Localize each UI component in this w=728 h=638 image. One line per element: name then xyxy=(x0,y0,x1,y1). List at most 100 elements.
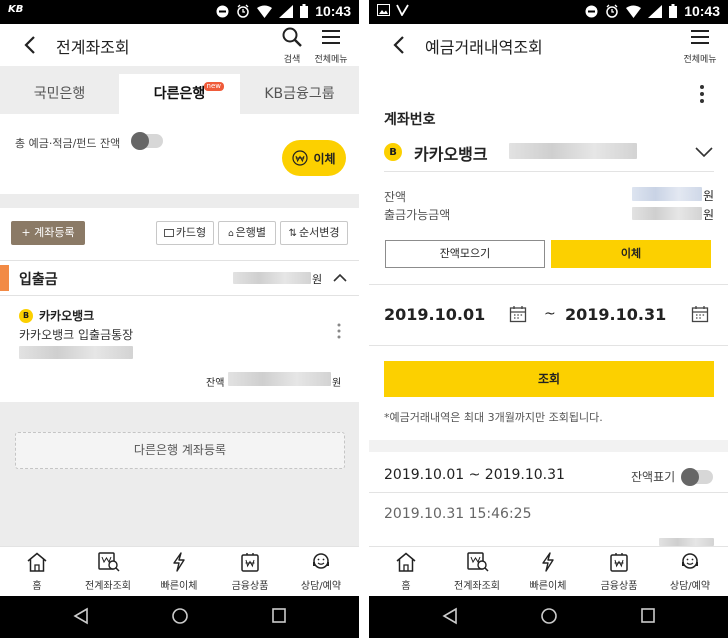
account-balance-label: 잔액 xyxy=(206,378,225,389)
calendar-icon[interactable] xyxy=(509,305,527,323)
total-balance-row: 총 예금·적금/펀드 잔액 이체 xyxy=(0,114,359,194)
home-icon xyxy=(396,552,416,572)
nav-consult[interactable]: 상담/예약 xyxy=(286,552,356,592)
divider xyxy=(369,284,728,285)
product-icon xyxy=(610,553,628,572)
full-menu-button[interactable]: 전체메뉴 xyxy=(680,26,720,65)
account-number-label: 계좌번호 xyxy=(384,112,436,128)
by-bank-label: 은행별 xyxy=(235,226,267,239)
nav-label: 상담/예약 xyxy=(669,581,711,592)
section-deposit-header[interactable]: 입출금 원 xyxy=(0,260,359,296)
search-button[interactable]: 검색 xyxy=(272,26,312,65)
app-header: 전계좌조회 검색 전체메뉴 xyxy=(0,24,359,66)
balance-currency: 원 xyxy=(703,189,715,203)
back-arrow-icon[interactable] xyxy=(18,32,44,58)
system-back-icon[interactable] xyxy=(73,607,89,625)
section-title: 입출금 xyxy=(19,272,58,288)
masked-transaction-amount xyxy=(659,538,714,546)
account-bank-name: 카카오뱅크 xyxy=(414,145,488,164)
full-menu-label: 전체메뉴 xyxy=(314,55,348,65)
nav-consult[interactable]: 상담/예약 xyxy=(655,552,725,592)
nav-label: 금융상품 xyxy=(231,581,269,592)
do-not-disturb-icon xyxy=(216,5,229,17)
transfer-button[interactable]: 이체 xyxy=(551,240,711,268)
end-date[interactable]: 2019.10.31 xyxy=(565,305,666,324)
nav-label: 빠른이체 xyxy=(529,581,567,592)
transfer-button[interactable]: 이체 xyxy=(282,140,346,176)
nav-quick-transfer[interactable]: 빠른이체 xyxy=(513,552,583,592)
search-icon xyxy=(282,27,302,47)
start-date[interactable]: 2019.10.01 xyxy=(384,305,485,324)
register-account-button[interactable]: + 계좌등록 xyxy=(11,221,85,245)
back-arrow-icon[interactable] xyxy=(387,32,413,58)
nav-label: 홈 xyxy=(401,581,411,592)
masked-balance xyxy=(632,187,702,201)
chevron-up-icon[interactable] xyxy=(333,273,347,283)
balance-label: 잔액 xyxy=(384,190,407,204)
system-recents-icon[interactable] xyxy=(271,607,287,625)
consult-icon xyxy=(313,553,329,569)
account-toolbar: + 계좌등록 카드형 ⌂ 은행별 ⇅ 순서변경 xyxy=(0,208,359,260)
system-home-icon[interactable] xyxy=(540,607,558,625)
reorder-button[interactable]: ⇅ 순서변경 xyxy=(280,221,348,245)
account-search-icon xyxy=(467,552,489,572)
lightning-icon xyxy=(542,552,554,572)
more-vertical-icon[interactable] xyxy=(336,322,342,340)
account-selector[interactable]: B 카카오뱅크 xyxy=(384,140,714,172)
by-bank-button[interactable]: ⌂ 은행별 xyxy=(218,221,276,245)
nav-products[interactable]: 금융상품 xyxy=(584,552,654,592)
account-bank-name: 카카오뱅크 xyxy=(39,309,95,323)
alarm-icon xyxy=(237,4,249,18)
nav-home[interactable]: 홈 xyxy=(371,552,441,592)
currency-label: 원 xyxy=(312,273,323,286)
bottom-nav: 홈 전계좌조회 빠른이체 금융상품 상담/예약 xyxy=(369,546,728,596)
system-back-icon[interactable] xyxy=(442,607,458,625)
masked-total-amount xyxy=(233,272,311,284)
account-product-name: 카카오뱅크 입출금통장 xyxy=(19,328,134,342)
nav-all-accounts[interactable]: 전계좌조회 xyxy=(442,552,512,592)
divider-band xyxy=(0,194,359,208)
bottom-nav: 홈 전계좌조회 빠른이체 금융상품 상담/예약 xyxy=(0,546,359,596)
kakaobank-logo-icon: B xyxy=(19,308,33,323)
calendar-icon[interactable] xyxy=(691,305,709,323)
nav-label: 홈 xyxy=(32,581,42,592)
nav-all-accounts[interactable]: 전계좌조회 xyxy=(73,552,143,592)
tab-other-bank[interactable]: 다른은행 new xyxy=(119,74,240,114)
nav-label: 빠른이체 xyxy=(160,581,198,592)
divider xyxy=(369,345,728,346)
more-vertical-icon[interactable] xyxy=(699,84,705,104)
nav-products[interactable]: 금융상품 xyxy=(215,552,285,592)
wifi-icon xyxy=(626,5,642,18)
tab-label: KB금융그룹 xyxy=(264,86,335,102)
do-not-disturb-icon xyxy=(585,5,598,17)
transaction-time: 2019.10.31 15:46:25 xyxy=(384,506,532,522)
balance-toggle[interactable] xyxy=(131,132,163,150)
app-header: 예금거래내역조회 전체메뉴 xyxy=(369,24,728,66)
tab-kb-bank[interactable]: 국민은행 xyxy=(0,74,119,114)
card-view-button[interactable]: 카드형 xyxy=(156,221,214,245)
tab-kb-group[interactable]: KB금융그룹 xyxy=(240,74,359,114)
system-nav-bar xyxy=(369,596,728,638)
battery-icon xyxy=(300,4,309,18)
full-menu-button[interactable]: 전체메뉴 xyxy=(311,26,351,65)
nav-quick-transfer[interactable]: 빠른이체 xyxy=(144,552,214,592)
alarm-icon xyxy=(606,4,618,18)
collect-balance-button[interactable]: 잔액모으기 xyxy=(385,240,545,268)
nav-home[interactable]: 홈 xyxy=(2,552,72,592)
system-recents-icon[interactable] xyxy=(640,607,656,625)
hamburger-icon xyxy=(691,30,709,44)
kb-app-icon: KB xyxy=(8,4,24,15)
masked-account-number xyxy=(509,143,637,159)
balance-display-toggle[interactable] xyxy=(681,468,713,486)
register-other-bank-button[interactable]: 다른은행 계좌등록 xyxy=(15,432,345,469)
inquiry-button[interactable]: 조회 xyxy=(384,361,714,397)
nav-label: 금융상품 xyxy=(600,581,638,592)
image-notification-icon xyxy=(377,4,390,16)
account-card[interactable]: B 카카오뱅크 카카오뱅크 입출금통장 잔액 원 xyxy=(0,296,359,402)
system-home-icon[interactable] xyxy=(171,607,189,625)
transfer-label: 이체 xyxy=(313,151,336,166)
card-icon xyxy=(163,229,174,237)
status-bar: KB 10:43 xyxy=(0,0,359,24)
chevron-down-icon xyxy=(695,147,713,157)
toggle-knob xyxy=(131,132,149,150)
